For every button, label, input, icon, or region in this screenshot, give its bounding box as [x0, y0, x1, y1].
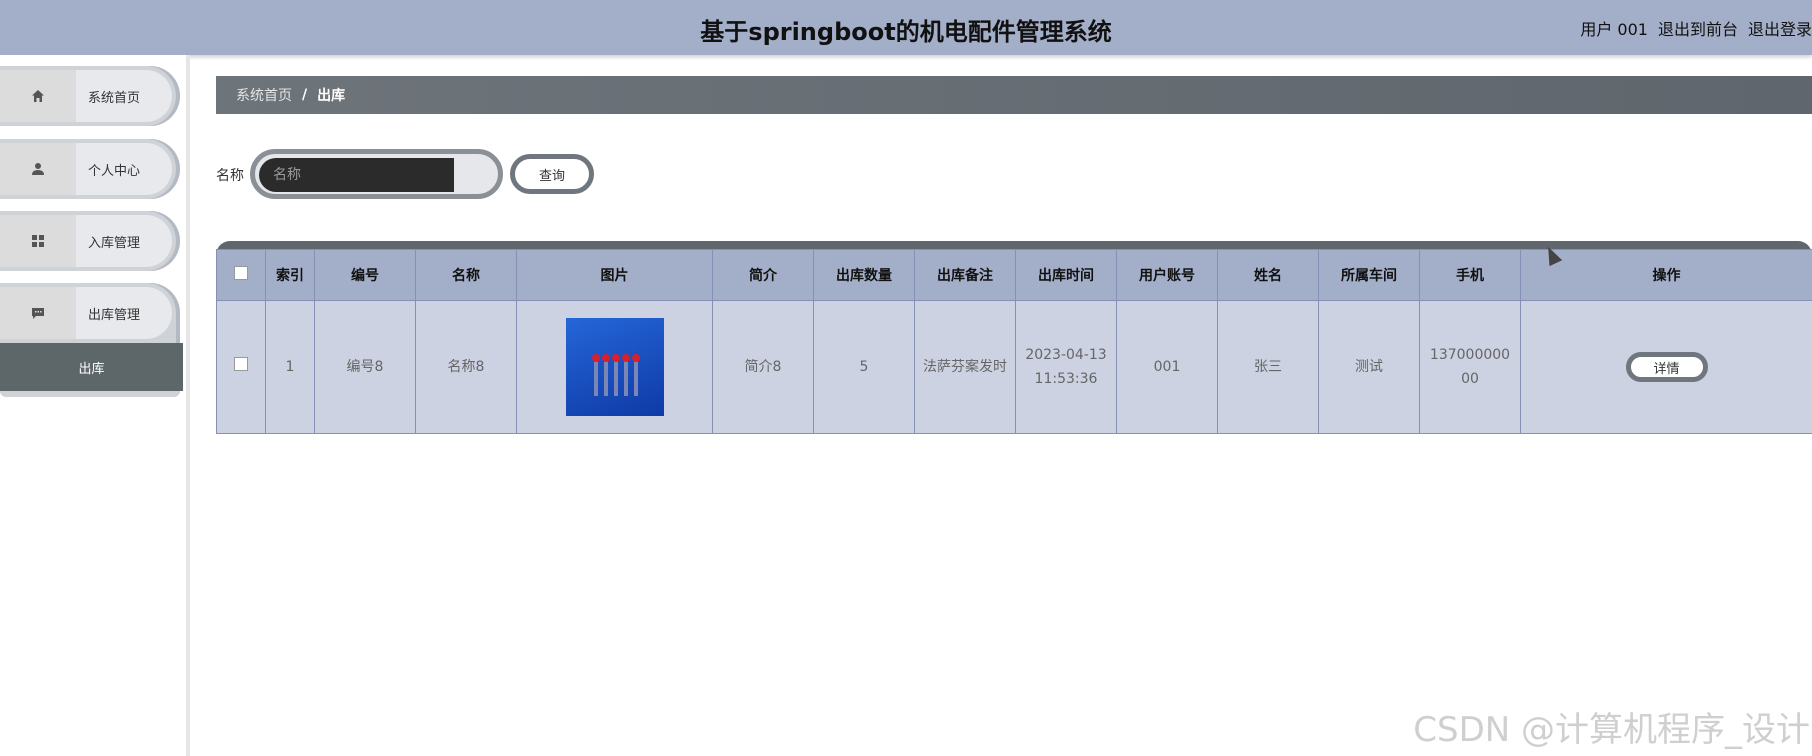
select-all-header	[216, 249, 266, 301]
exit-to-front-link[interactable]: 退出到前台	[1658, 16, 1738, 40]
column-header: 编号	[314, 249, 416, 301]
cell-person: 张三	[1217, 300, 1319, 434]
sidebar-item-home[interactable]: 系统首页	[0, 66, 180, 126]
query-button[interactable]: 查询	[510, 154, 594, 194]
column-header: 简介	[712, 249, 814, 301]
table-header-row: 索引 编号 名称 图片 简介 出库数量 出库备注 出库时间 用户账号 姓名 所属…	[216, 249, 1812, 301]
submenu-bottom-edge	[0, 391, 180, 397]
sidebar-item-label: 入库管理	[76, 215, 172, 267]
cell-time: 2023-04-13 11:53:36	[1015, 300, 1117, 434]
sidebar-item-label: 出库管理	[76, 287, 172, 339]
column-header: 用户账号	[1116, 249, 1218, 301]
column-header: 操作	[1520, 249, 1812, 301]
cell-phone: 13700000000	[1419, 300, 1521, 434]
select-all-checkbox[interactable]	[234, 266, 248, 280]
column-header: 所属车间	[1318, 249, 1420, 301]
cell-index: 1	[265, 300, 315, 434]
logout-link[interactable]: 退出登录	[1748, 16, 1812, 40]
home-icon	[32, 90, 44, 102]
app-title: 基于springboot的机电配件管理系统	[700, 18, 1112, 46]
search-input[interactable]	[259, 158, 454, 192]
chat-icon	[32, 308, 44, 319]
column-header: 手机	[1419, 249, 1521, 301]
breadcrumb-separator: /	[302, 87, 308, 103]
cell-actions: 详情	[1520, 300, 1812, 434]
column-header: 名称	[415, 249, 517, 301]
sidebar-item-personal-center[interactable]: 个人中心	[0, 139, 180, 199]
column-header: 出库数量	[813, 249, 915, 301]
breadcrumb-current: 出库	[317, 88, 346, 104]
user-icon	[32, 163, 44, 175]
column-header: 姓名	[1217, 249, 1319, 301]
cell-code: 编号8	[314, 300, 416, 434]
sidebar-item-inbound[interactable]: 入库管理	[0, 211, 180, 271]
search-field-wrapper	[250, 149, 503, 199]
cell-remark: 法萨芬案发时	[914, 300, 1016, 434]
breadcrumb-home[interactable]: 系统首页	[236, 85, 292, 105]
cell-image	[516, 300, 713, 434]
table-row: 1 编号8 名称8 简介8 5 法萨芬案发时 2023-04-13 11:53:…	[216, 300, 1812, 434]
column-header: 图片	[516, 249, 713, 301]
header-links: 用户 001 退出到前台 退出登录	[1580, 16, 1812, 40]
sidebar-subitem-outbound[interactable]: 出库	[0, 343, 183, 391]
cell-name: 名称8	[415, 300, 517, 434]
column-header: 出库备注	[914, 249, 1016, 301]
cell-workshop: 测试	[1318, 300, 1420, 434]
row-checkbox[interactable]	[234, 357, 248, 371]
search-label: 名称	[216, 168, 244, 184]
cell-account: 001	[1116, 300, 1218, 434]
column-header: 出库时间	[1015, 249, 1117, 301]
breadcrumb: 系统首页 / 出库	[216, 76, 1812, 114]
grid-icon	[32, 235, 44, 247]
column-header: 索引	[265, 249, 315, 301]
outbound-table: 索引 编号 名称 图片 简介 出库数量 出库备注 出库时间 用户账号 姓名 所属…	[216, 249, 1812, 434]
cell-quantity: 5	[813, 300, 915, 434]
watermark: CSDN @计算机程序_设计	[1413, 710, 1810, 750]
sidebar-item-label: 个人中心	[76, 143, 172, 195]
product-thumbnail	[565, 318, 664, 416]
cell-intro: 简介8	[712, 300, 814, 434]
top-header: 基于springboot的机电配件管理系统 用户 001 退出到前台 退出登录	[0, 0, 1812, 55]
sidebar-item-label: 系统首页	[76, 70, 172, 122]
detail-button[interactable]: 详情	[1625, 352, 1708, 382]
current-user: 用户 001	[1580, 20, 1648, 39]
